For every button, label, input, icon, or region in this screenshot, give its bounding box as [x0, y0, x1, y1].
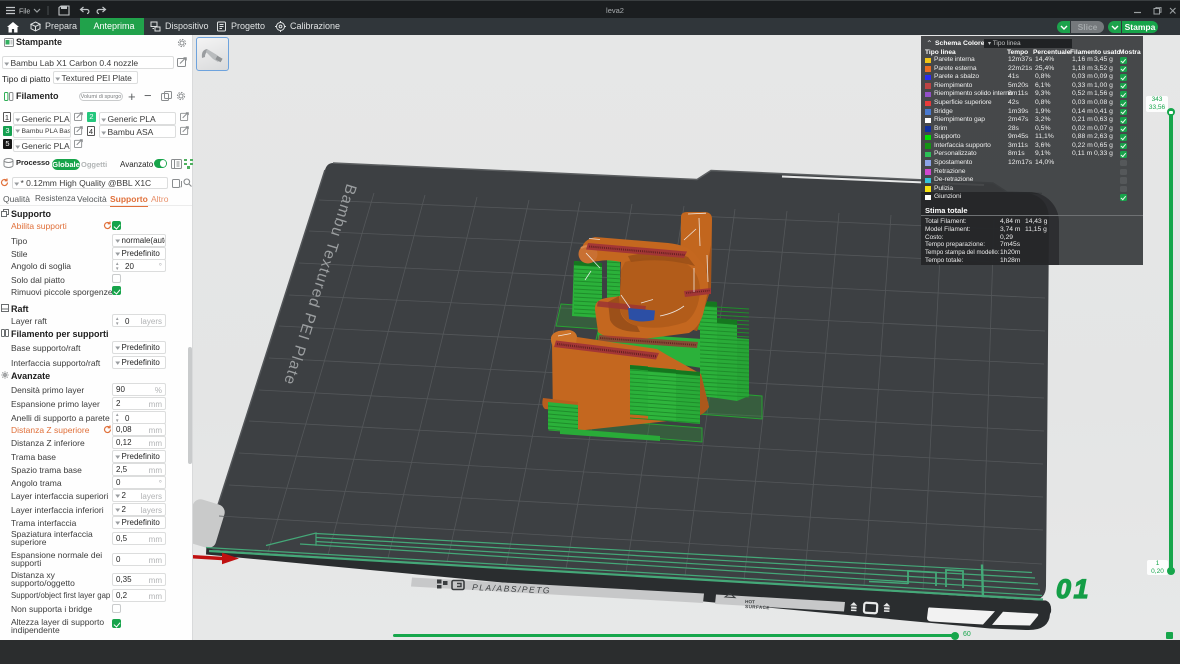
svg-text:PLA/ABS/PETG: PLA/ABS/PETG — [472, 582, 551, 595]
svg-text:File: File — [19, 9, 30, 16]
svg-text:SURFACE: SURFACE — [745, 604, 770, 610]
